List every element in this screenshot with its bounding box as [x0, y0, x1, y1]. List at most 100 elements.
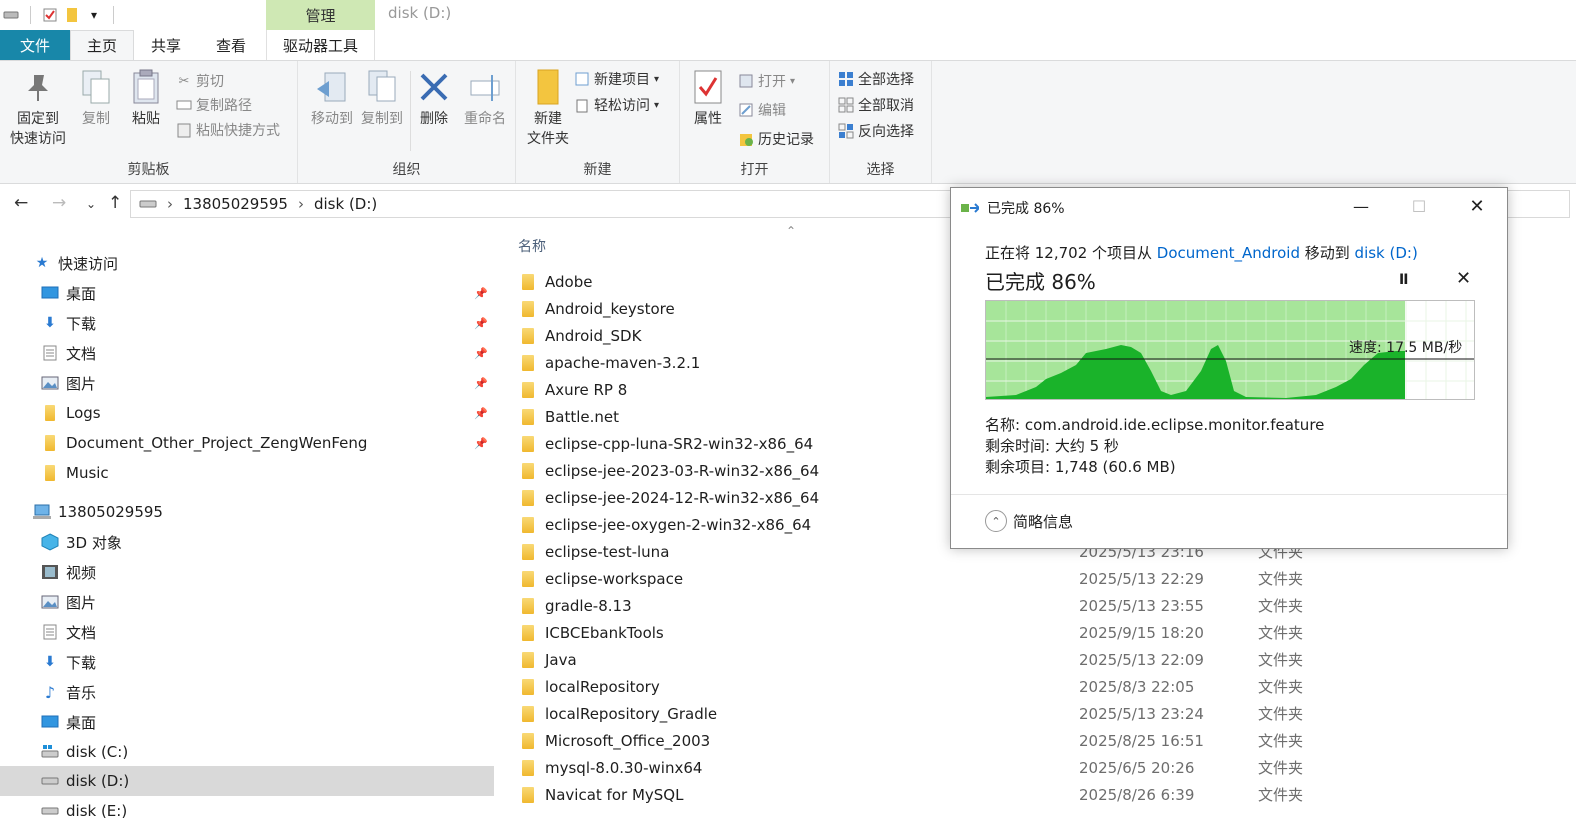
cancel-icon[interactable]: ✕ [1456, 268, 1471, 289]
delete-label: 删除 [420, 111, 448, 127]
drive-icon[interactable] [0, 4, 22, 26]
sidebar-item-disk-e[interactable]: disk (E:) [0, 796, 494, 819]
close-icon[interactable]: ✕ [1457, 194, 1497, 218]
column-header-name[interactable]: 名称 [518, 236, 546, 256]
pin-icon[interactable]: 📌 [474, 347, 488, 360]
pin-icon[interactable]: 📌 [474, 377, 488, 390]
sidebar-item-music[interactable]: ♪ 音乐 [0, 677, 494, 707]
drive-icon [139, 195, 157, 213]
minimize-icon[interactable]: — [1341, 194, 1381, 218]
invert-selection-button[interactable]: 反向选择 [838, 119, 914, 143]
drive-icon [40, 771, 60, 791]
fewer-details-button[interactable]: ⌃ 简略信息 [985, 510, 1073, 532]
copy-button[interactable]: 复制 [74, 67, 118, 129]
table-row[interactable]: eclipse-workspace 2025/5/13 22:29 文件夹 [494, 565, 1576, 592]
chevron-down-icon: ▾ [790, 75, 796, 87]
paste-button[interactable]: 粘贴 [124, 67, 168, 129]
up-arrow-icon[interactable]: ↑ [108, 193, 122, 213]
table-row[interactable]: ICBCEbankTools 2025/9/15 18:20 文件夹 [494, 619, 1576, 646]
table-row[interactable]: mysql-8.0.30-winx64 2025/6/5 20:26 文件夹 [494, 754, 1576, 781]
ribbon-tabs: 文件 主页 共享 查看 驱动器工具 [0, 30, 1576, 60]
sidebar-item-downloads[interactable]: ⬇ 下载 📌 [0, 308, 494, 338]
customize-dropdown-icon[interactable]: ▾ [83, 4, 105, 26]
sidebar-item-music-folder[interactable]: Music [0, 458, 494, 488]
folder-icon [522, 624, 534, 641]
copy-to-button[interactable]: 复制到 [354, 67, 410, 129]
table-row[interactable]: Microsoft_Office_2003 2025/8/25 16:51 文件夹 [494, 727, 1576, 754]
file-type: 文件夹 [1258, 759, 1304, 777]
table-row[interactable]: gradle-8.13 2025/5/13 23:55 文件夹 [494, 592, 1576, 619]
sidebar-item-3d-objects[interactable]: 3D 对象 [0, 527, 494, 557]
windows-drive-icon [40, 742, 60, 762]
rename-button[interactable]: 重命名 [460, 67, 510, 129]
back-arrow-icon[interactable]: ← [14, 193, 28, 213]
tab-manage[interactable]: 管理 [266, 0, 375, 30]
new-folder-icon[interactable] [61, 4, 83, 26]
sidebar-item-disk-d[interactable]: disk (D:) [0, 766, 494, 796]
history-button[interactable]: 历史记录 [738, 127, 814, 151]
sidebar-label: 13805029595 [58, 503, 163, 521]
pin-icon[interactable]: 📌 [474, 407, 488, 420]
table-row[interactable]: localRepository 2025/8/3 22:05 文件夹 [494, 673, 1576, 700]
select-all-label: 全部选择 [858, 72, 914, 88]
tab-home[interactable]: 主页 [70, 30, 134, 60]
easy-access-button[interactable]: 轻松访问 ▾ [574, 93, 659, 117]
folder-icon [522, 354, 534, 371]
sidebar-label: 下载 [66, 653, 97, 672]
cut-button[interactable]: ✂ 剪切 [176, 69, 224, 93]
pin-icon[interactable]: 📌 [474, 287, 488, 300]
pin-icon[interactable]: 📌 [474, 437, 488, 450]
sidebar-item-downloads-pc[interactable]: ⬇ 下载 [0, 647, 494, 677]
edit-button[interactable]: 编辑 [738, 98, 786, 122]
properties-icon[interactable] [39, 4, 61, 26]
sidebar-item-document-other-project[interactable]: Document_Other_Project_ZengWenFeng 📌 [0, 428, 494, 458]
breadcrumb-pc[interactable]: 13805029595 [183, 195, 288, 213]
sidebar-label: disk (E:) [66, 802, 128, 819]
select-none-button[interactable]: 全部取消 [838, 93, 914, 117]
sidebar-item-pictures[interactable]: 图片 📌 [0, 368, 494, 398]
properties-button[interactable]: 属性 [686, 67, 730, 129]
tab-file[interactable]: 文件 [0, 30, 70, 60]
tab-view[interactable]: 查看 [198, 30, 264, 60]
file-type: 文件夹 [1258, 570, 1304, 588]
new-item-button[interactable]: 新建项目 ▾ [574, 67, 659, 91]
table-row[interactable]: Navicat for MySQL 2025/8/26 6:39 文件夹 [494, 781, 1576, 808]
select-all-button[interactable]: 全部选择 [838, 67, 914, 91]
pin-icon[interactable]: 📌 [474, 317, 488, 330]
sidebar-this-pc[interactable]: 13805029595 [0, 497, 494, 527]
sidebar-item-logs[interactable]: Logs 📌 [0, 398, 494, 428]
sidebar-item-documents[interactable]: 文档 📌 [0, 338, 494, 368]
paste-shortcut-button[interactable]: 粘贴快捷方式 [176, 118, 280, 142]
tab-share[interactable]: 共享 [134, 30, 198, 60]
destination-link[interactable]: disk (D:) [1355, 244, 1418, 262]
table-row[interactable]: Java 2025/5/13 22:09 文件夹 [494, 646, 1576, 673]
pause-icon[interactable]: II [1399, 272, 1408, 288]
pin-quick-access-button[interactable]: 固定到 快速访问 [6, 67, 70, 149]
copy-path-button[interactable]: 复制路径 [176, 93, 252, 117]
sidebar-item-pictures-pc[interactable]: 图片 [0, 587, 494, 617]
recent-locations-chevron-icon[interactable]: ⌄ [86, 197, 96, 211]
sidebar-quick-access[interactable]: ★ 快速访问 [0, 248, 494, 278]
forward-arrow-icon[interactable]: → [52, 193, 66, 213]
file-name: Battle.net [545, 407, 620, 426]
sidebar-item-videos[interactable]: 视频 [0, 557, 494, 587]
sidebar-item-desktop-pc[interactable]: 桌面 [0, 707, 494, 737]
chevron-up-icon: ⌃ [985, 510, 1007, 532]
source-link[interactable]: Document_Android [1157, 244, 1300, 262]
properties-check-icon [690, 67, 726, 107]
sidebar-item-disk-c[interactable]: disk (C:) [0, 737, 494, 767]
breadcrumb-drive[interactable]: disk (D:) [314, 195, 377, 213]
sidebar-item-documents-pc[interactable]: 文档 [0, 617, 494, 647]
open-button[interactable]: 打开 ▾ [738, 69, 795, 93]
move-to-button[interactable]: 移动到 [304, 67, 360, 129]
download-icon: ⬇ [44, 654, 56, 670]
tab-drive-tools[interactable]: 驱动器工具 [266, 30, 375, 60]
maximize-icon[interactable]: ☐ [1399, 194, 1439, 218]
desktop-icon [40, 712, 60, 732]
sidebar-item-desktop[interactable]: 桌面 📌 [0, 278, 494, 308]
table-row[interactable]: localRepository_Gradle 2025/5/13 23:24 文件夹 [494, 700, 1576, 727]
video-icon [40, 562, 60, 582]
dialog-title: 已完成 86% [987, 201, 1065, 217]
new-folder-button[interactable]: 新建 文件夹 [520, 67, 576, 149]
delete-button[interactable]: 删除 [412, 67, 456, 129]
